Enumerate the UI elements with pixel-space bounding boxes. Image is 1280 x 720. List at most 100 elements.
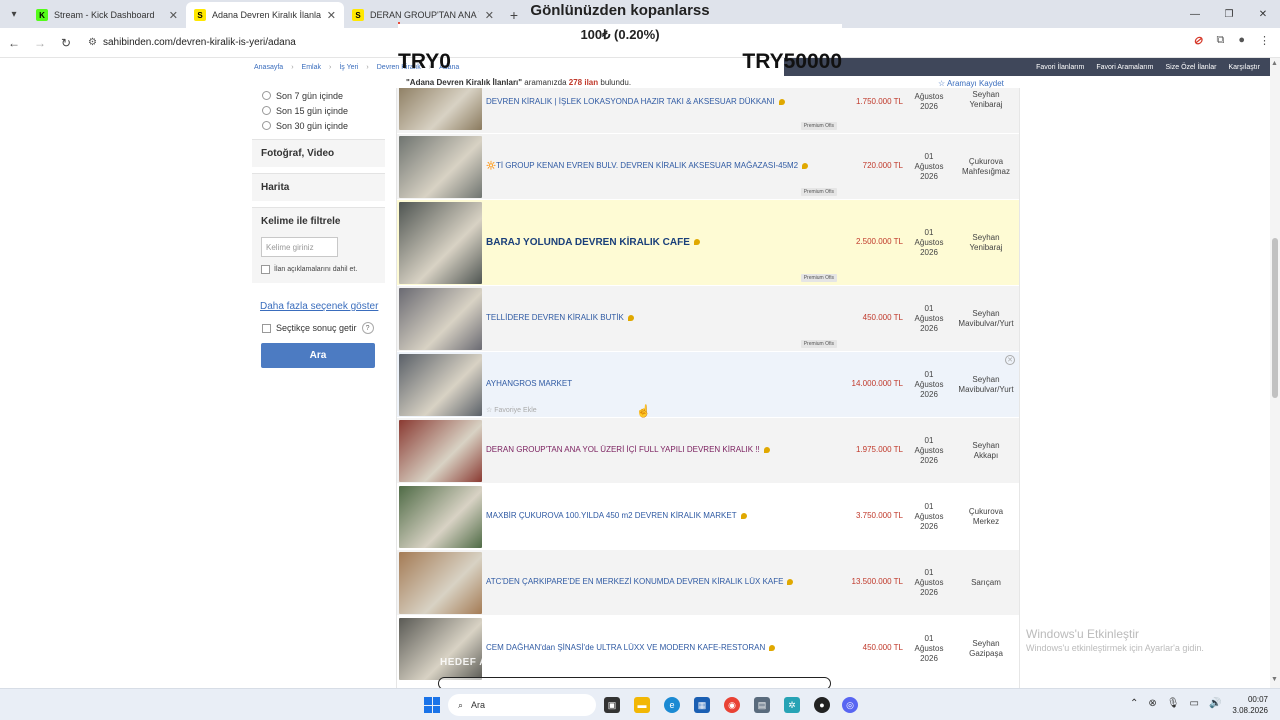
more-options-link[interactable]: Daha fazla seçenek göster — [260, 301, 385, 312]
tab-adana-listings[interactable]: S Adana Devren Kiralık İlanları ✕ — [186, 2, 344, 28]
quick-results-checkbox[interactable]: Seçtikçe sonuç getir? — [262, 322, 385, 334]
date-option-30[interactable]: Son 30 gün içinde — [252, 118, 385, 133]
listing-title[interactable]: ATC'DEN ÇARKIPARE'DE EN MERKEZİ KONUMDA … — [486, 577, 794, 586]
tray-chevron-icon[interactable]: ⌃ — [1130, 698, 1138, 709]
listing-thumbnail[interactable] — [399, 136, 482, 198]
nav-favorite-searches[interactable]: Favori Aramalarım — [1096, 64, 1153, 71]
microphone-icon[interactable]: 🎙 — [1167, 698, 1180, 709]
listing-thumbnail[interactable] — [399, 420, 482, 482]
task-view-icon[interactable]: ▣ — [604, 697, 620, 713]
listing-row[interactable]: ATC'DEN ÇARKIPARE'DE EN MERKEZİ KONUMDA … — [397, 550, 1019, 616]
listing-title[interactable]: TELLİDERE DEVREN KİRALIK BUTİK — [486, 313, 634, 322]
scrollbar-thumb[interactable] — [1272, 238, 1278, 398]
nav-special-listings[interactable]: Size Özel İlanlar — [1166, 64, 1217, 71]
listing-row[interactable]: CEM DAĞHAN'dan ŞİNASİ'de ULTRA LÜXX VE M… — [397, 616, 1019, 682]
overlay-counter: 3 / 10 — [806, 658, 829, 668]
listing-date-line: 2026 — [920, 102, 938, 111]
listing-title[interactable]: AYHANGROS MARKET — [486, 379, 572, 388]
search-button[interactable]: Ara — [261, 343, 375, 368]
listing-row[interactable]: AYHANGROS MARKET 14.000.000 TL 01 Ağustos 20… — [397, 352, 1019, 418]
breadcrumb-home[interactable]: Anasayfa — [254, 64, 283, 71]
listing-title[interactable]: 🔆Tİ GROUP KENAN EVREN BULV. DEVREN KİRAL… — [486, 161, 809, 170]
discord-icon[interactable]: ◎ — [842, 697, 858, 713]
listing-title[interactable]: MAXBİR ÇUKUROVA 100.YILDA 450 m2 DEVREN … — [486, 511, 747, 520]
edge-icon[interactable]: e — [664, 697, 680, 713]
listing-title-text: AYHANGROS MARKET — [486, 379, 573, 388]
breadcrumb-emlak[interactable]: Emlak — [302, 64, 321, 71]
help-icon[interactable]: ? — [361, 322, 374, 334]
include-description-checkbox[interactable]: İlan açıklamalarını dahil et. — [261, 265, 376, 274]
listing-row[interactable]: DEVREN KİRALIK | İŞLEK LOKASYONDA HAZIR … — [397, 88, 1019, 134]
close-icon[interactable]: ✕ — [169, 9, 178, 22]
filter-photo-video[interactable]: Fotoğraf, Video — [252, 139, 385, 167]
promoted-pin-icon — [763, 446, 770, 453]
date-option-7[interactable]: Son 7 gün içinde — [252, 88, 385, 103]
listing-row[interactable]: DERAN GROUP'TAN ANA YOL ÜZERİ İÇİ FULL Y… — [397, 418, 1019, 484]
breadcrumb-isyeri[interactable]: İş Yeri — [339, 64, 358, 71]
clock[interactable]: 00:07 3.08.2026 — [1226, 694, 1268, 716]
taskbar-search[interactable]: ⌕ Ara — [448, 694, 596, 716]
result-suffix: bulundu. — [598, 78, 632, 87]
nav-compare[interactable]: Karşılaştır — [1228, 64, 1260, 71]
listing-thumbnail[interactable] — [399, 288, 482, 350]
profile-icon[interactable]: ● — [1238, 34, 1245, 47]
listing-thumbnail[interactable] — [399, 88, 482, 130]
reload-icon[interactable]: ↻ — [54, 36, 78, 50]
back-icon[interactable]: ← — [2, 36, 26, 50]
url-text: sahibinden.com/devren-kiralik-is-yeri/ad… — [102, 37, 296, 48]
file-explorer-icon[interactable]: ▬ — [634, 697, 650, 713]
scroll-up-icon[interactable]: ▲ — [1271, 60, 1278, 67]
forward-icon[interactable]: → — [28, 36, 52, 50]
listing-thumbnail[interactable] — [399, 618, 482, 680]
listing-location: Seyhan Yenibaraj — [953, 233, 1019, 253]
extension-logo-icon[interactable]: ⊘ — [1193, 34, 1202, 47]
windows-start-icon[interactable] — [424, 697, 440, 713]
hide-listing-icon[interactable]: ✕ — [1005, 355, 1015, 365]
close-icon[interactable]: ✕ — [327, 9, 336, 22]
keyword-input[interactable]: Kelime giriniz — [261, 237, 338, 257]
minimize-icon[interactable]: — — [1178, 0, 1212, 28]
listing-thumbnail[interactable] — [399, 202, 482, 284]
listing-row[interactable]: MAXBİR ÇUKUROVA 100.YILDA 450 m2 DEVREN … — [397, 484, 1019, 550]
extensions-icon[interactable]: ⧉ — [1216, 34, 1224, 47]
save-search-link[interactable]: ☆ Aramayı Kaydet — [938, 79, 1004, 88]
listing-date-line: 01 — [924, 228, 934, 237]
url-field[interactable]: ⚙ sahibinden.com/devren-kiralik-is-yeri/… — [88, 37, 296, 48]
volume-icon[interactable]: 🔊 — [1209, 698, 1221, 709]
listing-row[interactable]: BARAJ YOLUNDA DEVREN KİRALIK CAFE 2.500.0… — [397, 200, 1019, 286]
result-summary: "Adana Devren Kiralık İlanları" aramanız… — [406, 78, 631, 87]
listing-title[interactable]: BARAJ YOLUNDA DEVREN KİRALIK CAFE — [486, 237, 700, 248]
nav-favorite-listings[interactable]: Favori İlanlarım — [1036, 64, 1084, 71]
page-scrollbar[interactable]: ▲ ▼ — [1270, 58, 1280, 688]
listing-row[interactable]: 🔆Tİ GROUP KENAN EVREN BULV. DEVREN KİRAL… — [397, 134, 1019, 200]
network-icon[interactable]: ⊗ — [1148, 698, 1156, 709]
listing-title[interactable]: CEM DAĞHAN'dan ŞİNASİ'de ULTRA LÜXX VE M… — [486, 643, 776, 652]
calculator-icon[interactable]: ▤ — [754, 697, 770, 713]
filter-map[interactable]: Harita — [252, 173, 385, 201]
settings-icon[interactable]: ✲ — [784, 697, 800, 713]
menu-icon[interactable]: ⋮ — [1259, 34, 1270, 47]
promoted-pin-icon — [769, 644, 776, 651]
date-option-label: Son 30 gün içinde — [276, 120, 349, 131]
obs-icon[interactable]: ● — [814, 697, 830, 713]
site-info-icon[interactable]: ⚙ — [88, 37, 97, 48]
maximize-icon[interactable]: ❐ — [1212, 0, 1246, 28]
listing-thumbnail[interactable] — [399, 552, 482, 614]
listing-thumbnail[interactable] — [399, 354, 482, 416]
tab-kick[interactable]: K Stream - Kick Dashboard ✕ — [28, 2, 186, 28]
scroll-down-icon[interactable]: ▼ — [1271, 676, 1278, 683]
listing-row[interactable]: TELLİDERE DEVREN KİRALIK BUTİK 450.000 TL… — [397, 286, 1019, 352]
store-icon[interactable]: ▦ — [694, 697, 710, 713]
display-icon[interactable]: ▭ — [1189, 698, 1198, 709]
listing-thumbnail[interactable] — [399, 486, 482, 548]
add-favorite-button[interactable]: ☆ Favoriye Ekle — [486, 406, 537, 414]
listing-date-line: Ağustos — [914, 512, 944, 521]
date-option-15[interactable]: Son 15 gün içinde — [252, 103, 385, 118]
listing-title[interactable]: DERAN GROUP'TAN ANA YOL ÜZERİ İÇİ FULL Y… — [486, 445, 770, 454]
chrome-icon[interactable]: ◉ — [724, 697, 740, 713]
close-window-icon[interactable]: ✕ — [1246, 0, 1280, 28]
checkbox-icon — [261, 265, 270, 274]
overlay-min: TRY0 — [398, 50, 451, 73]
tab-search-icon[interactable]: ▾ — [0, 0, 28, 28]
listing-title[interactable]: DEVREN KİRALIK | İŞLEK LOKASYONDA HAZIR … — [486, 97, 785, 106]
